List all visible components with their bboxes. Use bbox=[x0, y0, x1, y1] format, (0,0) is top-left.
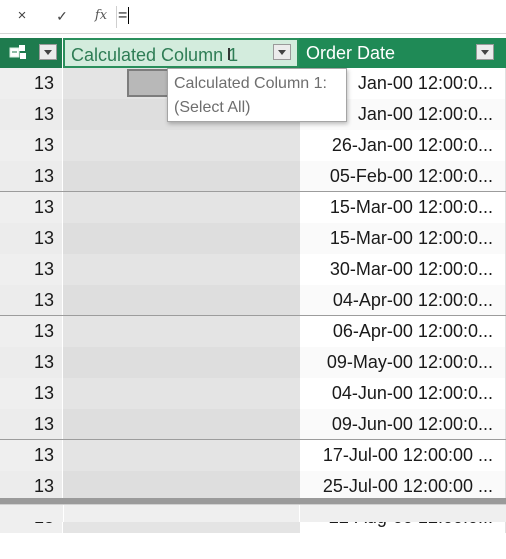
order-date-cell[interactable]: 26-Jan-00 12:00:0... bbox=[300, 130, 506, 161]
index-cell[interactable]: 13 bbox=[0, 440, 63, 471]
calculated-cell[interactable] bbox=[63, 285, 300, 316]
order-date-value: 25-Jul-00 12:00:00 ... bbox=[322, 476, 493, 496]
order-date-value: 06-Apr-00 12:00:0... bbox=[332, 321, 493, 341]
order-date-value: 30-Mar-00 12:00:0... bbox=[329, 259, 493, 279]
order-date-title: Order Date bbox=[306, 43, 396, 63]
text-cursor bbox=[128, 7, 130, 25]
index-value: 13 bbox=[33, 197, 54, 217]
column-header-order-date[interactable]: Order Date bbox=[300, 38, 506, 68]
index-cell[interactable]: 13 bbox=[0, 254, 63, 285]
tooltip-subtitle: (Select All) bbox=[174, 99, 251, 116]
index-value: 13 bbox=[33, 445, 54, 465]
order-date-value: 05-Feb-00 12:00:0... bbox=[329, 166, 493, 186]
order-date-cell[interactable]: 09-Jun-00 12:00:0... bbox=[300, 409, 506, 440]
index-cell[interactable]: 13 bbox=[0, 409, 63, 440]
commit-icon[interactable]: ✓ bbox=[50, 5, 74, 27]
order-date-value: 04-Apr-00 12:00:0... bbox=[332, 290, 493, 310]
footer-divider bbox=[63, 505, 64, 522]
order-date-filter-dropdown[interactable] bbox=[476, 44, 494, 60]
order-date-cell[interactable]: 09-May-00 12:00:0... bbox=[300, 347, 506, 378]
column-tooltip: Calculated Column 1: (Select All) bbox=[167, 68, 347, 122]
calculated-cell[interactable] bbox=[63, 223, 300, 254]
index-value: 13 bbox=[33, 290, 54, 310]
order-date-value: 09-May-00 12:00:0... bbox=[326, 352, 493, 372]
index-value: 13 bbox=[33, 476, 54, 496]
index-filter-dropdown[interactable] bbox=[39, 44, 57, 60]
order-date-cell[interactable]: 15-Mar-00 12:00:0... bbox=[300, 223, 506, 254]
function-icon[interactable]: fx bbox=[89, 5, 113, 27]
calculated-cell[interactable] bbox=[63, 130, 300, 161]
formula-bar: × ✓ fx = bbox=[0, 0, 506, 34]
index-value: 13 bbox=[33, 228, 54, 248]
index-cell[interactable]: 13 bbox=[0, 99, 63, 130]
table-row[interactable]: 13 04-Jun-00 12:00:0... bbox=[0, 378, 506, 409]
order-date-cell[interactable]: 17-Jul-00 12:00:00 ... bbox=[300, 440, 506, 471]
index-value: 13 bbox=[33, 73, 54, 93]
index-cell[interactable]: 13 bbox=[0, 347, 63, 378]
calculated-cell[interactable] bbox=[63, 378, 300, 409]
order-date-cell[interactable]: 15-Mar-00 12:00:0... bbox=[300, 192, 506, 223]
table-row[interactable]: 13 09-May-00 12:00:0... bbox=[0, 347, 506, 378]
cancel-icon[interactable]: × bbox=[10, 5, 34, 27]
tooltip-title: Calculated Column 1: bbox=[174, 75, 327, 92]
table-row[interactable]: 13 05-Feb-00 12:00:0... bbox=[0, 161, 506, 192]
formula-input[interactable]: = bbox=[118, 6, 502, 26]
order-date-value: Jan-00 12:00:0... bbox=[357, 104, 493, 124]
footer-divider bbox=[299, 505, 300, 522]
order-date-cell[interactable]: 04-Jun-00 12:00:0... bbox=[300, 378, 506, 409]
index-cell[interactable]: 13 bbox=[0, 316, 63, 347]
order-date-value: Jan-00 12:00:0... bbox=[357, 73, 493, 93]
index-cell[interactable]: 13 bbox=[0, 285, 63, 316]
calculated-cell[interactable] bbox=[63, 161, 300, 192]
calculated-cell[interactable] bbox=[63, 254, 300, 285]
calculated-column-title: Calculated Column 1 bbox=[71, 45, 239, 65]
index-value: 13 bbox=[33, 166, 54, 186]
calculated-cell[interactable] bbox=[63, 347, 300, 378]
order-date-cell[interactable]: 30-Mar-00 12:00:0... bbox=[300, 254, 506, 285]
calculated-cell[interactable] bbox=[63, 192, 300, 223]
index-value: 13 bbox=[33, 383, 54, 403]
order-date-value: 26-Jan-00 12:00:0... bbox=[331, 135, 493, 155]
index-value: 13 bbox=[33, 321, 54, 341]
table-row[interactable]: 13 26-Jan-00 12:00:0... bbox=[0, 130, 506, 161]
table-row[interactable]: 13 15-Mar-00 12:00:0... bbox=[0, 223, 506, 254]
table-row[interactable]: 13 09-Jun-00 12:00:0... bbox=[0, 409, 506, 440]
formula-text: = bbox=[118, 7, 128, 24]
index-cell[interactable]: 13 bbox=[0, 223, 63, 254]
order-date-value: 15-Mar-00 12:00:0... bbox=[329, 197, 493, 217]
order-date-cell[interactable]: 06-Apr-00 12:00:0... bbox=[300, 316, 506, 347]
index-value: 13 bbox=[33, 352, 54, 372]
calculated-cell[interactable] bbox=[63, 440, 300, 471]
table-row[interactable]: 13 04-Apr-00 12:00:0... bbox=[0, 285, 506, 316]
order-date-cell[interactable]: 04-Apr-00 12:00:0... bbox=[300, 285, 506, 316]
order-date-value: 17-Jul-00 12:00:00 ... bbox=[322, 445, 493, 465]
calculated-filter-dropdown[interactable] bbox=[273, 44, 291, 60]
column-header-row: Calculated Column 1 Order Date bbox=[0, 38, 506, 68]
calculated-cell[interactable] bbox=[63, 316, 300, 347]
order-date-cell[interactable]: 05-Feb-00 12:00:0... bbox=[300, 161, 506, 192]
index-cell[interactable]: 13 bbox=[0, 161, 63, 192]
index-cell[interactable]: 13 bbox=[0, 378, 63, 409]
table-row[interactable]: 13 06-Apr-00 12:00:0... bbox=[0, 316, 506, 347]
calculated-cell[interactable] bbox=[63, 409, 300, 440]
index-value: 13 bbox=[33, 104, 54, 124]
formula-separator bbox=[116, 6, 117, 28]
table-row[interactable]: 13 15-Mar-00 12:00:0... bbox=[0, 192, 506, 223]
column-header-index[interactable] bbox=[0, 38, 63, 68]
index-value: 13 bbox=[33, 414, 54, 434]
mouse-cursor bbox=[228, 48, 230, 60]
column-header-calculated[interactable]: Calculated Column 1 bbox=[63, 38, 299, 68]
table-icon bbox=[9, 45, 26, 59]
index-cell[interactable]: 13 bbox=[0, 192, 63, 223]
order-date-value: 15-Mar-00 12:00:0... bbox=[329, 228, 493, 248]
index-value: 13 bbox=[33, 135, 54, 155]
table-row[interactable]: 13 30-Mar-00 12:00:0... bbox=[0, 254, 506, 285]
index-value: 13 bbox=[33, 259, 54, 279]
order-date-value: 09-Jun-00 12:00:0... bbox=[331, 414, 493, 434]
table-footer bbox=[0, 504, 506, 522]
index-cell[interactable]: 13 bbox=[0, 130, 63, 161]
index-cell[interactable]: 13 bbox=[0, 68, 63, 99]
table-row[interactable]: 13 17-Jul-00 12:00:00 ... bbox=[0, 440, 506, 471]
order-date-value: 04-Jun-00 12:00:0... bbox=[331, 383, 493, 403]
